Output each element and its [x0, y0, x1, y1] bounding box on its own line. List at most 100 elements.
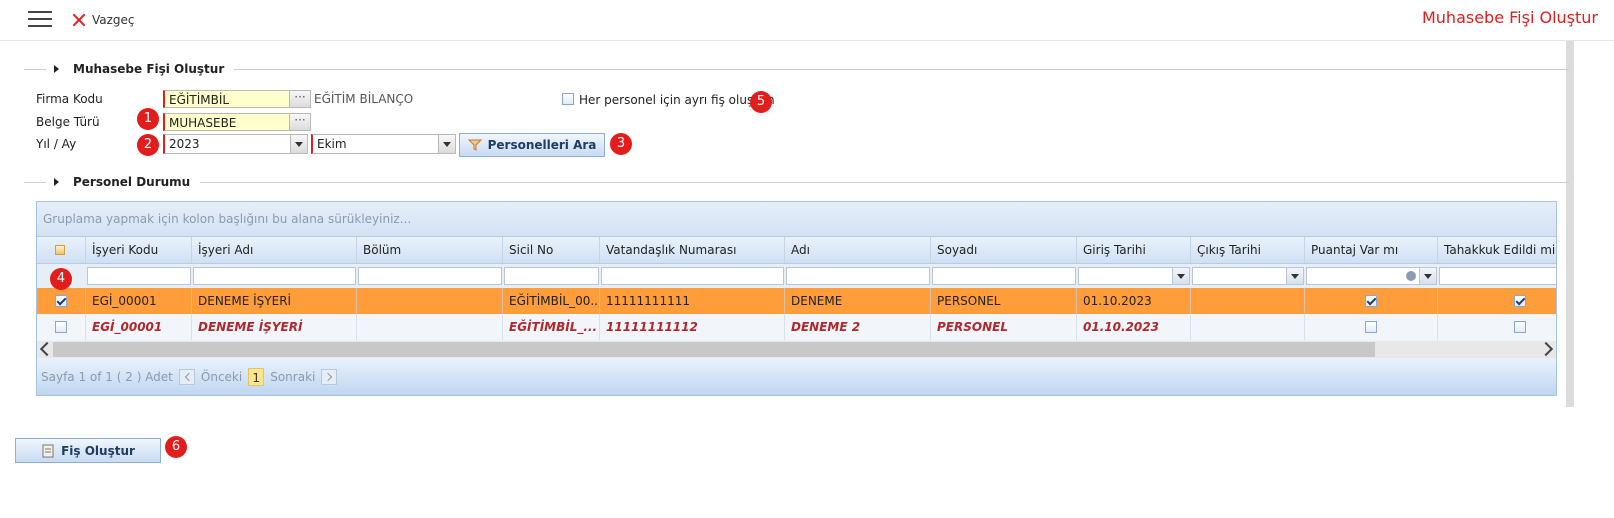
cancel-button[interactable]: Vazgeç	[72, 10, 135, 30]
col-header[interactable]: İşyeri Adı	[192, 237, 357, 263]
select-all-header[interactable]	[37, 237, 86, 263]
personnel-grid: Gruplama yapmak için kolon başlığını bu …	[36, 201, 1557, 396]
cell	[1191, 314, 1305, 340]
cell: 11111111111	[600, 288, 785, 314]
table-row[interactable]: EGİ_00001 DENEME İŞYERİ EĞİTİMBİL_... 11…	[37, 314, 1556, 340]
table-row[interactable]: EGİ_00001 DENEME İŞYERİ EĞİTİMBİL_00... …	[37, 288, 1556, 314]
cell	[357, 288, 503, 314]
scroll-left-icon[interactable]	[39, 341, 55, 357]
prev-page-label[interactable]: Önceki	[201, 370, 242, 384]
prev-page-icon[interactable]	[178, 369, 195, 385]
col-header[interactable]: Bölüm	[357, 237, 503, 263]
row-select-cell[interactable]	[37, 314, 86, 340]
next-page-icon[interactable]	[321, 369, 338, 385]
cell: 11111111112	[600, 314, 785, 340]
filter-input[interactable]	[358, 267, 502, 285]
filter-input[interactable]	[786, 267, 930, 285]
page-number[interactable]: 1	[248, 368, 265, 386]
expand-arrow-icon	[54, 178, 59, 186]
annotation-badge: 5	[750, 91, 772, 113]
scroll-thumb[interactable]	[53, 342, 1375, 357]
status-section-title: Personel Durumu	[73, 175, 191, 189]
separate-voucher-checkbox[interactable]	[562, 93, 574, 105]
filter-select[interactable]	[1306, 267, 1437, 285]
month-select[interactable]: Ekim	[311, 134, 456, 154]
tahakkuk-cell	[1438, 288, 1556, 314]
filter-icon	[467, 139, 482, 151]
annotation-badge: 3	[610, 133, 632, 155]
col-header[interactable]: Adı	[785, 237, 931, 263]
filter-select[interactable]	[1439, 267, 1556, 285]
belge-input[interactable]: MUHASEBE	[163, 113, 291, 131]
cell: EGİ_00001	[86, 288, 192, 314]
col-header[interactable]: Tahakkuk Edildi mi	[1438, 237, 1556, 263]
cell	[357, 314, 503, 340]
cell: PERSONEL	[931, 288, 1077, 314]
month-value: Ekim	[317, 137, 347, 151]
chevron-down-icon[interactable]	[1286, 268, 1303, 284]
col-header[interactable]: Soyadı	[931, 237, 1077, 263]
puantaj-checkbox	[1365, 321, 1377, 333]
firma-lookup-button[interactable]: ···	[289, 90, 311, 108]
firma-input[interactable]: EĞİTİMBİL	[163, 90, 291, 108]
cancel-label: Vazgeç	[92, 13, 135, 27]
col-header[interactable]: Vatandaşlık Numarası	[600, 237, 785, 263]
search-personnel-label: Personelleri Ara	[487, 138, 597, 152]
chevron-down-icon[interactable]	[1172, 268, 1189, 284]
chevron-down-icon[interactable]	[438, 135, 455, 153]
cell: 01.10.2023	[1077, 314, 1191, 340]
firma-description: EĞİTİM BİLANÇO	[314, 92, 414, 106]
belge-lookup-button[interactable]: ···	[289, 113, 311, 131]
pager-info: Sayfa 1 of 1 ( 2 ) Adet	[41, 370, 173, 384]
create-voucher-button[interactable]: Fiş Oluştur	[15, 438, 161, 463]
annotation-badge: 1	[137, 108, 159, 130]
puantaj-cell	[1305, 288, 1438, 314]
cell: EĞİTİMBİL_...	[503, 314, 600, 340]
row-checkbox[interactable]	[55, 295, 67, 307]
col-header[interactable]: Giriş Tarihi	[1077, 237, 1191, 263]
horizontal-scrollbar[interactable]	[37, 341, 1556, 358]
search-personnel-button[interactable]: Personelleri Ara	[459, 133, 605, 157]
group-panel[interactable]: Gruplama yapmak için kolon başlığını bu …	[37, 202, 1556, 236]
pager: Sayfa 1 of 1 ( 2 ) Adet Önceki 1 Sonraki	[37, 358, 1556, 395]
filter-input[interactable]	[932, 267, 1076, 285]
select-all-icon[interactable]	[55, 245, 65, 255]
year-select[interactable]: 2023	[163, 134, 308, 154]
expand-arrow-icon	[54, 65, 59, 73]
document-icon	[42, 444, 54, 457]
row-select-cell[interactable]	[37, 288, 86, 314]
scroll-right-icon[interactable]	[1538, 341, 1554, 357]
next-page-label[interactable]: Sonraki	[270, 370, 315, 384]
annotation-badge: 2	[137, 134, 159, 156]
filter-input[interactable]	[87, 267, 191, 285]
col-header[interactable]: Puantaj Var mı	[1305, 237, 1438, 263]
separate-voucher-label: Her personel için ayrı fiş oluşsun	[579, 93, 775, 107]
filter-date[interactable]	[1192, 267, 1304, 285]
filter-date[interactable]	[1078, 267, 1190, 285]
cell: PERSONEL	[931, 314, 1077, 340]
puantaj-cell	[1305, 314, 1438, 340]
page-scrollbar[interactable]	[1566, 41, 1574, 407]
yil-ay-label: Yıl / Ay	[36, 137, 77, 151]
cell: DENEME 2	[785, 314, 931, 340]
chevron-down-icon[interactable]	[290, 135, 307, 153]
menu-icon[interactable]	[28, 11, 52, 29]
cell: DENEME	[785, 288, 931, 314]
clear-icon[interactable]	[1406, 271, 1416, 281]
annotation-badge: 4	[50, 268, 72, 290]
row-checkbox[interactable]	[55, 321, 67, 333]
filter-input[interactable]	[504, 267, 599, 285]
filter-input[interactable]	[193, 267, 356, 285]
filter-input[interactable]	[601, 267, 784, 285]
cell: 01.10.2023	[1077, 288, 1191, 314]
puantaj-checkbox	[1365, 295, 1377, 307]
col-header[interactable]: İşyeri Kodu	[86, 237, 192, 263]
chevron-down-icon[interactable]	[1419, 268, 1436, 284]
tahakkuk-cell	[1438, 314, 1556, 340]
status-section-header[interactable]: Personel Durumu	[24, 174, 1569, 190]
year-value: 2023	[169, 137, 200, 151]
col-header[interactable]: Çıkış Tarihi	[1191, 237, 1305, 263]
col-header[interactable]: Sicil No	[503, 237, 600, 263]
form-section-header[interactable]: Muhasebe Fişi Oluştur	[24, 61, 1569, 77]
close-icon	[72, 13, 86, 27]
